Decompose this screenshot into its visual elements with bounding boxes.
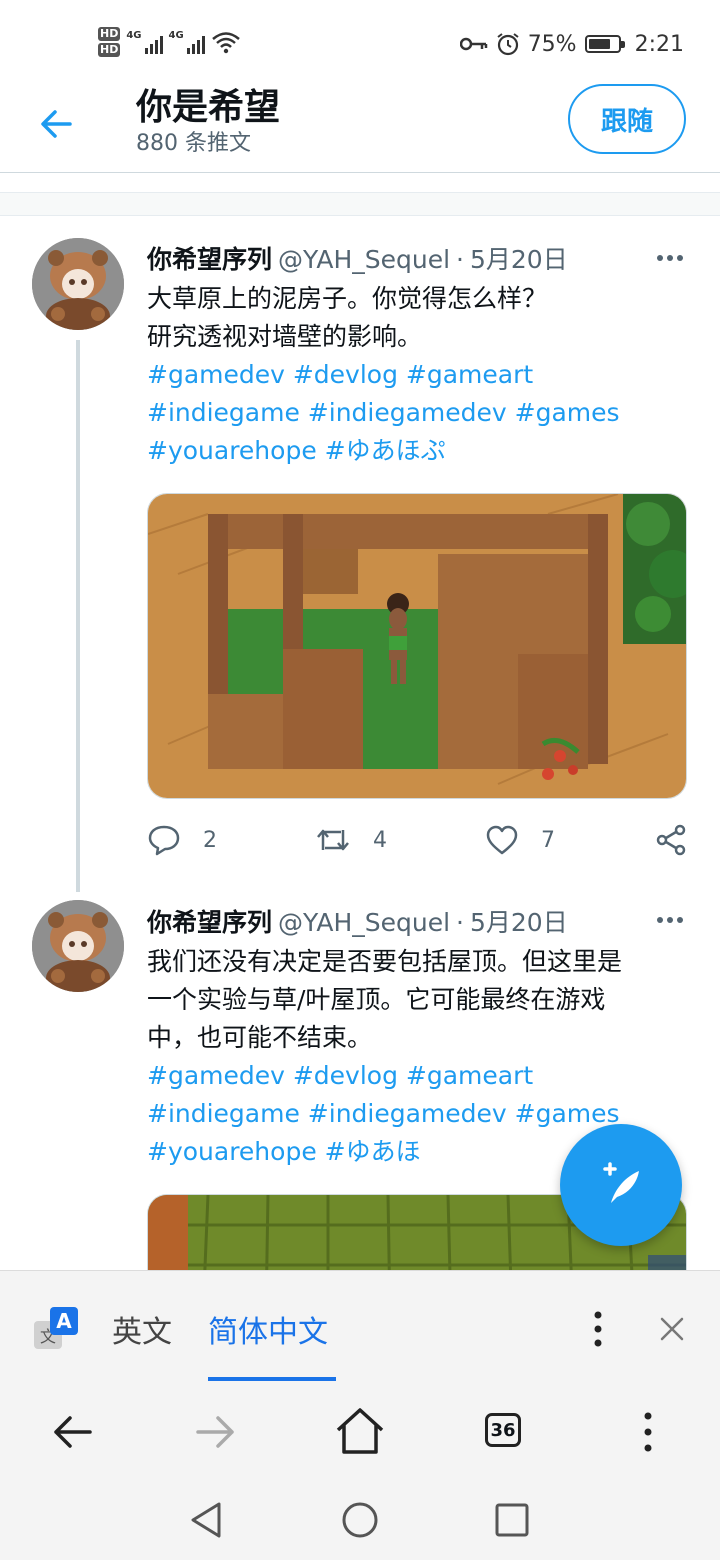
back-button[interactable] xyxy=(36,102,80,146)
tweet-media[interactable] xyxy=(147,493,687,799)
arrow-left-icon xyxy=(41,110,72,138)
status-left: HD HD 4G 4G xyxy=(98,22,241,62)
tweet-header: 你希望序列 @YAH_Sequel · 5月20日 xyxy=(147,903,568,939)
target-language-tab[interactable]: 简体中文 xyxy=(208,1307,328,1351)
tweet-header: 你希望序列 @YAH_Sequel · 5月20日 xyxy=(147,240,568,276)
wifi-icon xyxy=(211,32,240,54)
reply-count: 2 xyxy=(203,827,217,853)
active-tab-indicator xyxy=(208,1377,336,1381)
hd1-badge: HD xyxy=(98,27,121,41)
heart-icon xyxy=(486,825,518,855)
isometric-mud-house-image xyxy=(148,494,686,798)
translate-bar: 文 A 英文 简体中文 xyxy=(0,1270,720,1387)
system-back-button[interactable] xyxy=(186,1500,226,1540)
close-translate-button[interactable] xyxy=(656,1313,688,1345)
tabs-button[interactable]: 36 xyxy=(485,1413,521,1447)
arrow-right-icon xyxy=(196,1416,234,1448)
tweet-text-line: 研究透视对墙壁的影响。 xyxy=(147,322,423,351)
tweet-handle[interactable]: @YAH_Sequel xyxy=(278,908,450,937)
system-recents-button[interactable] xyxy=(494,1502,530,1538)
home-icon xyxy=(336,1408,384,1454)
translate-target-glyph: A xyxy=(50,1307,78,1335)
tweet-separator: · xyxy=(456,245,464,274)
tweet-body: 大草原上的泥房子。你觉得怎么样？ 研究透视对墙壁的影响。 #gamedev #d… xyxy=(147,280,682,470)
battery-icon xyxy=(584,35,625,53)
system-navigation-bar xyxy=(0,1478,720,1560)
browser-forward-button[interactable] xyxy=(192,1408,240,1456)
like-button[interactable]: 7 xyxy=(485,824,555,856)
retweet-icon xyxy=(317,829,349,851)
follow-button[interactable]: 跟随 xyxy=(568,84,686,154)
source-language-tab[interactable]: 英文 xyxy=(112,1307,172,1351)
thread-line xyxy=(76,340,80,892)
status-bar: HD HD 4G 4G 75% 2:21 xyxy=(0,0,720,88)
browser-home-button[interactable] xyxy=(334,1406,386,1456)
tweet-count: 880 条推文 xyxy=(136,131,251,156)
more-options-icon[interactable] xyxy=(650,908,690,932)
translate-menu-button[interactable] xyxy=(584,1309,612,1349)
hd2-badge: HD xyxy=(98,43,121,57)
tweet-author[interactable]: 你希望序列 xyxy=(147,903,272,939)
tweet-author[interactable]: 你希望序列 xyxy=(147,240,272,276)
avatar-image xyxy=(32,900,124,992)
tweet-actions: 2 4 7 xyxy=(147,822,687,858)
system-home-button[interactable] xyxy=(340,1500,380,1540)
alarm-icon xyxy=(497,33,519,56)
browser-menu-button[interactable] xyxy=(634,1408,662,1456)
reply-icon xyxy=(148,825,180,856)
tweet-date[interactable]: 5月20日 xyxy=(470,903,568,939)
retweet-button[interactable]: 4 xyxy=(315,824,387,856)
retweet-count: 4 xyxy=(373,827,387,853)
tweet-text-line: 中，也可能不结束。 xyxy=(147,1023,373,1052)
more-options-icon[interactable] xyxy=(650,246,690,270)
tweet-text-line: 我们还没有决定是否要包括屋顶。但这里是 xyxy=(147,947,623,976)
tweet-avatar[interactable] xyxy=(32,900,124,992)
tweet-handle[interactable]: @YAH_Sequel xyxy=(278,245,450,274)
section-divider xyxy=(0,192,720,216)
triangle-back-icon xyxy=(191,1502,221,1538)
compose-feather-icon xyxy=(603,1162,639,1203)
circle-home-icon xyxy=(342,1502,378,1538)
reply-button[interactable]: 2 xyxy=(147,824,217,856)
share-icon xyxy=(656,824,686,856)
clock: 2:21 xyxy=(634,31,684,57)
tweet-avatar[interactable] xyxy=(32,238,124,330)
profile-header: 你是希望 880 条推文 跟随 xyxy=(0,84,720,173)
battery-percent: 75% xyxy=(527,31,577,57)
square-recents-icon xyxy=(495,1503,529,1537)
avatar-image xyxy=(32,238,124,330)
more-vertical-icon xyxy=(644,1412,652,1452)
translate-icon[interactable]: 文 A xyxy=(32,1307,80,1351)
arrow-left-icon xyxy=(54,1416,92,1448)
browser-back-button[interactable] xyxy=(48,1408,96,1456)
tweet-hashtags[interactable]: #gamedev #devlog #gameart #indiegame #in… xyxy=(147,356,682,470)
network-type-2: 4G xyxy=(168,30,184,41)
tweet-separator: · xyxy=(456,908,464,937)
hd-indicators: HD HD xyxy=(98,27,121,57)
profile-name: 你是希望 xyxy=(136,87,281,128)
signal-icon: 4G xyxy=(126,30,163,54)
close-icon xyxy=(660,1317,684,1341)
signal-icon-2: 4G xyxy=(169,30,205,54)
more-vertical-icon xyxy=(594,1311,602,1347)
key-icon xyxy=(459,37,487,51)
tweet-date[interactable]: 5月20日 xyxy=(470,240,568,276)
tweet-text-line: 大草原上的泥房子。你觉得怎么样？ xyxy=(147,284,548,313)
tweet-text-line: 一个实验与草/叶屋顶。它可能最终在游戏 xyxy=(147,985,606,1014)
like-count: 7 xyxy=(541,827,555,853)
share-button[interactable] xyxy=(655,824,687,856)
status-right: 75% 2:21 xyxy=(459,28,684,60)
network-type-1: 4G xyxy=(126,30,142,41)
browser-toolbar: 36 xyxy=(0,1386,720,1478)
compose-tweet-button[interactable] xyxy=(560,1124,682,1246)
